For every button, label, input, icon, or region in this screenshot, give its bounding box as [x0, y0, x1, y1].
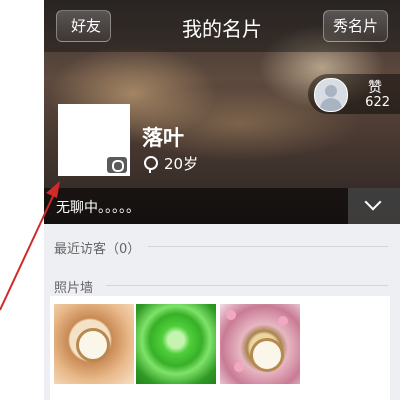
divider [106, 285, 388, 286]
divider [148, 246, 388, 247]
show-card-button[interactable]: 秀名片 [322, 10, 388, 42]
like-count: 622 [365, 95, 390, 110]
profile-age: 20岁 [164, 155, 199, 173]
expand-button[interactable] [348, 188, 400, 224]
photo-pink-blossom-watch[interactable] [220, 304, 300, 384]
female-gender-icon [144, 156, 158, 173]
chevron-down-icon [364, 193, 382, 211]
like-badge[interactable]: 赞 622 [308, 74, 400, 114]
annotation-arrow [0, 181, 60, 311]
profile-name: 落叶 [142, 126, 184, 150]
visitor-avatar-icon [314, 78, 348, 112]
photo-green-rose[interactable] [136, 304, 216, 384]
like-label: 赞 [368, 80, 382, 96]
